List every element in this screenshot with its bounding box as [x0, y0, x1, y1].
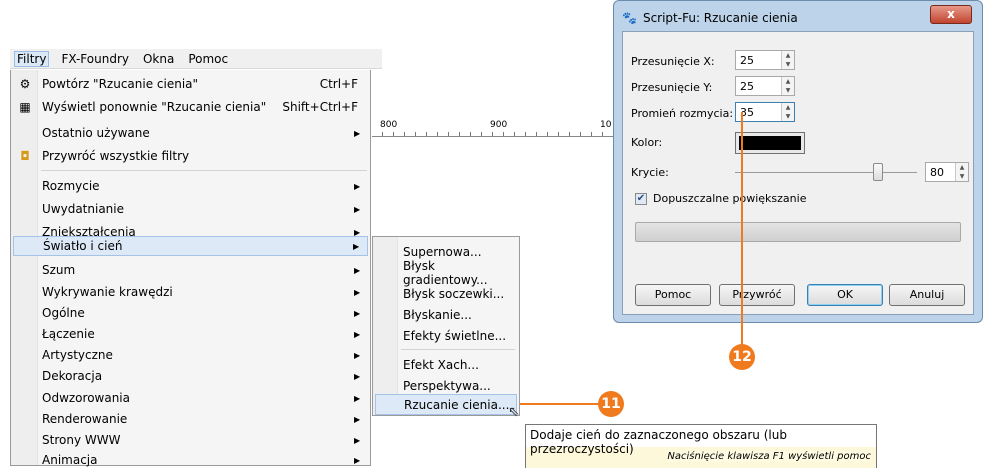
menubar: Filtry FX-Foundry Okna Pomoc	[10, 49, 382, 69]
menu-item-repeat[interactable]: ⚙ Powtórz "Rzucanie cienia" Ctrl+F	[13, 74, 368, 94]
menu-item-blur[interactable]: Rozmycie ▶	[13, 176, 368, 196]
submenu-arrow-icon: ▶	[354, 308, 361, 318]
spinner-arrows-icon[interactable]: ▲ ▼	[781, 51, 794, 69]
offset-y-spinner[interactable]: 25 ▲ ▼	[735, 76, 795, 96]
dialog-body: Przesunięcie X: 25 ▲ ▼ Przesunięcie Y: 25…	[622, 31, 974, 315]
opacity-label: Krycie:	[631, 166, 669, 179]
callout-12-line	[741, 112, 743, 344]
menu-item-web[interactable]: Strony WWW ▶	[13, 430, 368, 450]
menubar-help[interactable]: Pomoc	[186, 52, 230, 66]
opacity-slider-track[interactable]	[735, 172, 917, 173]
color-swatch	[739, 136, 801, 150]
tooltip: Dodaje cień do zaznaczonego obszaru (lub…	[525, 424, 877, 468]
callout-12: 12	[729, 344, 755, 370]
menu-separator	[41, 170, 367, 171]
ruler-label: 800	[380, 120, 398, 130]
progress-bar	[635, 222, 961, 242]
submenu-arrow-icon: ▶	[354, 329, 361, 339]
menu-item-noise[interactable]: Szum ▶	[13, 260, 368, 280]
menu-item-edge-detect[interactable]: Wykrywanie krawędzi ▶	[13, 282, 368, 302]
blur-radius-spinner[interactable]: 35 ▲ ▼	[735, 102, 795, 122]
submenu-item-gradient-flare[interactable]: Błysk gradientowy...	[375, 259, 517, 287]
opacity-slider-handle[interactable]	[873, 163, 883, 181]
allow-resize-label: Dopuszczalne powiększanie	[653, 192, 807, 205]
help-button[interactable]: Pomoc	[635, 284, 711, 306]
reset-filters-icon: ◘	[20, 149, 30, 163]
tooltip-hint: Naciśnięcie klawisza F1 wyświetli pomoc	[667, 451, 871, 462]
ok-button[interactable]: OK	[807, 284, 883, 306]
light-shadow-submenu: Supernowa... Błysk gradientowy... Błysk …	[372, 236, 520, 416]
blur-radius-label: Promień rozmycia:	[631, 107, 734, 120]
submenu-arrow-icon: ▶	[354, 455, 361, 465]
script-fu-dialog: 🐾 Script-Fu: Rzucanie cienia x Przesunię…	[613, 0, 983, 323]
ruler-label: 900	[490, 120, 508, 130]
menu-item-map[interactable]: Odwzorowania ▶	[13, 388, 368, 408]
submenu-arrow-icon: ▶	[354, 128, 361, 138]
offset-x-label: Przesunięcie X:	[631, 55, 715, 68]
submenu-item-perspective[interactable]: Perspektywa...	[375, 375, 517, 396]
allow-resize-checkbox[interactable]: ✔	[635, 193, 647, 205]
submenu-arrow-icon: ▶	[354, 350, 361, 360]
menu-item-light-shadow[interactable]: Światło i cień ▶	[13, 236, 368, 256]
submenu-arrow-icon: ▶	[354, 435, 361, 445]
submenu-arrow-icon: ▶	[354, 181, 361, 191]
gimp-icon: 🐾	[622, 11, 637, 25]
submenu-item-xach-effect[interactable]: Efekt Xach...	[375, 354, 517, 375]
menu-item-animation[interactable]: Animacja ▶	[13, 450, 368, 470]
submenu-item-lighting-effects[interactable]: Efekty świetlne...	[375, 325, 517, 346]
menubar-filters[interactable]: Filtry	[14, 50, 50, 67]
ruler-label: 10	[600, 120, 612, 130]
spinner-arrows-icon[interactable]: ▲ ▼	[955, 163, 968, 181]
submenu-item-lens-flare[interactable]: Błysk soczewki...	[375, 283, 517, 304]
submenu-arrow-icon: ▶	[354, 265, 361, 275]
offset-y-label: Przesunięcie Y:	[631, 81, 713, 94]
dialog-title: Script-Fu: Rzucanie cienia	[642, 11, 798, 25]
cancel-button[interactable]: Anuluj	[889, 284, 965, 306]
menubar-windows[interactable]: Okna	[141, 52, 176, 66]
menu-item-combine[interactable]: Łączenie ▶	[13, 324, 368, 344]
close-button[interactable]: x	[930, 5, 972, 24]
spinner-arrows-icon[interactable]: ▲ ▼	[781, 77, 794, 95]
color-picker-button[interactable]	[735, 132, 805, 154]
reset-button[interactable]: Przywróć	[719, 284, 795, 306]
submenu-arrow-icon: ▶	[354, 414, 361, 424]
submenu-arrow-icon: ▶	[354, 287, 361, 297]
submenu-arrow-icon: ▶	[354, 393, 361, 403]
callout-11-line	[520, 403, 600, 405]
menu-item-artistic[interactable]: Artystyczne ▶	[13, 345, 368, 365]
submenu-separator	[401, 349, 515, 350]
menu-item-reshow[interactable]: ▦ Wyświetl ponownie "Rzucanie cienia" Sh…	[13, 97, 368, 117]
callout-11: 11	[598, 391, 624, 417]
mouse-cursor-icon: ⇖	[508, 404, 520, 420]
spinner-arrows-icon[interactable]: ▲ ▼	[781, 103, 794, 121]
submenu-arrow-icon: ▶	[354, 204, 361, 214]
color-label: Kolor:	[631, 136, 663, 149]
menu-item-decor[interactable]: Dekoracja ▶	[13, 366, 368, 386]
offset-x-spinner[interactable]: 25 ▲ ▼	[735, 50, 795, 70]
reshow-icon: ▦	[19, 100, 31, 114]
submenu-item-drop-shadow[interactable]: Rzucanie cienia...	[375, 394, 517, 415]
menu-item-reset-filters[interactable]: ◘ Przywróć wszystkie filtry	[13, 146, 368, 166]
canvas-ruler: 800 900 10	[372, 118, 617, 137]
menu-item-recent[interactable]: Ostatnio używane ▶	[13, 123, 368, 143]
repeat-icon: ⚙	[19, 77, 31, 91]
opacity-spinner[interactable]: 80 ▲ ▼	[925, 162, 969, 182]
menu-item-enhance[interactable]: Uwydatnianie ▶	[13, 199, 368, 219]
submenu-arrow-icon: ▶	[353, 241, 360, 251]
submenu-arrow-icon: ▶	[354, 371, 361, 381]
menu-item-render[interactable]: Renderowanie ▶	[13, 409, 368, 429]
menubar-fx-foundry[interactable]: FX-Foundry	[59, 52, 131, 66]
dialog-titlebar: 🐾 Script-Fu: Rzucanie cienia	[622, 9, 798, 27]
filters-menu: ⚙ Powtórz "Rzucanie cienia" Ctrl+F ▦ Wyś…	[10, 70, 371, 467]
submenu-item-sparkle[interactable]: Błyskanie...	[375, 304, 517, 325]
menu-item-generic[interactable]: Ogólne ▶	[13, 303, 368, 323]
